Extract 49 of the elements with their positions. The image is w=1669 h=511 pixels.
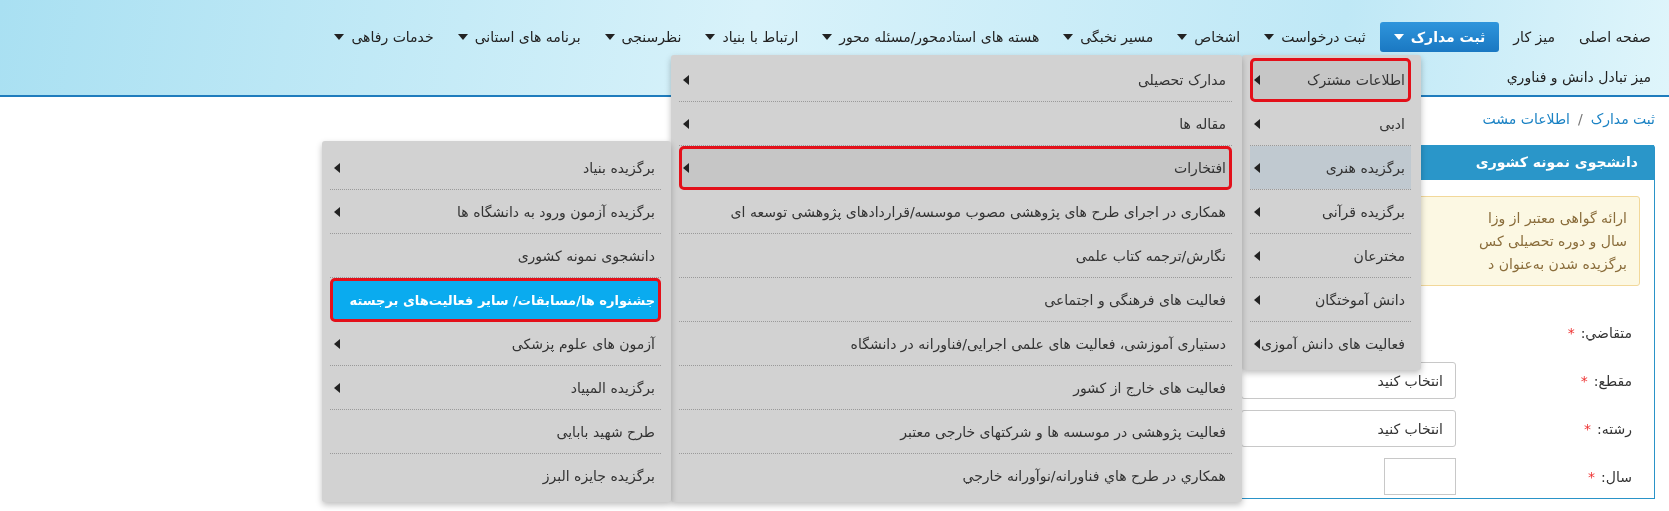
menu-item[interactable]: برگزیده جایزه البرز	[330, 454, 661, 498]
menu-item[interactable]: نگارش/ترجمه کتاب علمی	[679, 234, 1232, 278]
menu-item[interactable]: مخترعان	[1250, 234, 1411, 278]
nav-menu-item[interactable]: ثبت مدارک	[1379, 22, 1500, 52]
notice-text: سال و دوره تحصیلی کس	[1478, 232, 1627, 252]
menu-item[interactable]: برگزیده بنیاد	[330, 146, 661, 190]
menu-item[interactable]: فعالیت های فرهنگی و اجتماعی	[679, 278, 1232, 322]
menu-item[interactable]: برگزیده قرآنی	[1250, 190, 1411, 234]
menu-item[interactable]: اطلاعات مشترک	[1250, 58, 1411, 102]
menu-item[interactable]: برگزیده المپیاد	[330, 366, 661, 410]
menu-item[interactable]: آزمون های علوم پزشکی	[330, 322, 661, 366]
required-mark: *	[1567, 324, 1575, 341]
menu-item[interactable]: طرح شهید بابایی	[330, 410, 661, 454]
breadcrumb-link[interactable]: ثبت مدارک	[1590, 111, 1655, 127]
select-field[interactable]: انتخاب کنید	[1241, 410, 1456, 447]
nav-menu-item[interactable]: مسیر نخبگی	[1053, 22, 1164, 52]
required-mark: *	[1580, 372, 1588, 389]
required-mark: *	[1588, 468, 1596, 485]
menu-item[interactable]: مدارک تحصیلی	[679, 58, 1232, 102]
menu-item[interactable]: ادبی	[1250, 102, 1411, 146]
menu-item[interactable]: همکاری در اجرای طرح های پژوهشی مصوب موسسه/قراردادهای پژوهشی توسعه ای	[679, 190, 1232, 234]
menu-item[interactable]: برگزیده هنری	[1250, 146, 1411, 190]
nav-menu-item[interactable]: اشخاص	[1167, 22, 1251, 52]
menu-item[interactable]: افتخارات	[679, 146, 1232, 190]
nav-menu-item[interactable]: خدمات رفاهی	[324, 22, 444, 52]
notice-text: ارائه گواهی معتبر از وزا	[1486, 209, 1627, 229]
nav-menu-item[interactable]: نظرسنجی	[594, 22, 692, 52]
field-label: سال:	[1601, 468, 1632, 485]
menu-item[interactable]: دانش آموختگان	[1250, 278, 1411, 322]
menu-item[interactable]: فعالیت های خارج از کشور	[679, 366, 1232, 410]
input-field[interactable]	[1384, 458, 1456, 495]
nav-menu-item[interactable]: ثبت درخواست	[1254, 22, 1376, 52]
required-mark: *	[1584, 420, 1592, 437]
notice-text: برگزیده شدن به‌عنوان د	[1487, 255, 1627, 275]
nav-menu-item[interactable]: صفحه اصلی	[1568, 22, 1661, 52]
nav-menu-item[interactable]: برنامه های استانی	[447, 22, 591, 52]
field-label: متقاضي:	[1580, 324, 1632, 341]
nav-menu-item[interactable]: میز تبادل دانش و فناوري	[1496, 62, 1661, 92]
breadcrumb-link[interactable]: اطلاعات مشت	[1482, 111, 1570, 127]
nav-menu-item[interactable]: هسته های استادمحور/مسئله محور	[812, 22, 1050, 52]
field-label: رشته:	[1597, 420, 1632, 437]
menu-item[interactable]: برگزیده آزمون ورود به دانشگاه ها	[330, 190, 661, 234]
field-label: مقطع:	[1593, 372, 1632, 389]
nav-menu-item[interactable]: میز کار	[1503, 22, 1565, 52]
menu-item[interactable]: فعالیت پژوهشی در موسسه ها و شرکتهای خارجی معتبر	[679, 410, 1232, 454]
menu-item[interactable]: همکاري در طرح هاي فناورانه/نوآورانه خارجي	[679, 454, 1232, 498]
breadcrumb-separator: /	[1577, 111, 1583, 127]
menu-item[interactable]: دستیاری آموزشی، فعالیت های علمی اجرایی/فناورانه در دانشگاه	[679, 322, 1232, 366]
nav-menu-item[interactable]: ارتباط با بنیاد	[695, 22, 809, 52]
